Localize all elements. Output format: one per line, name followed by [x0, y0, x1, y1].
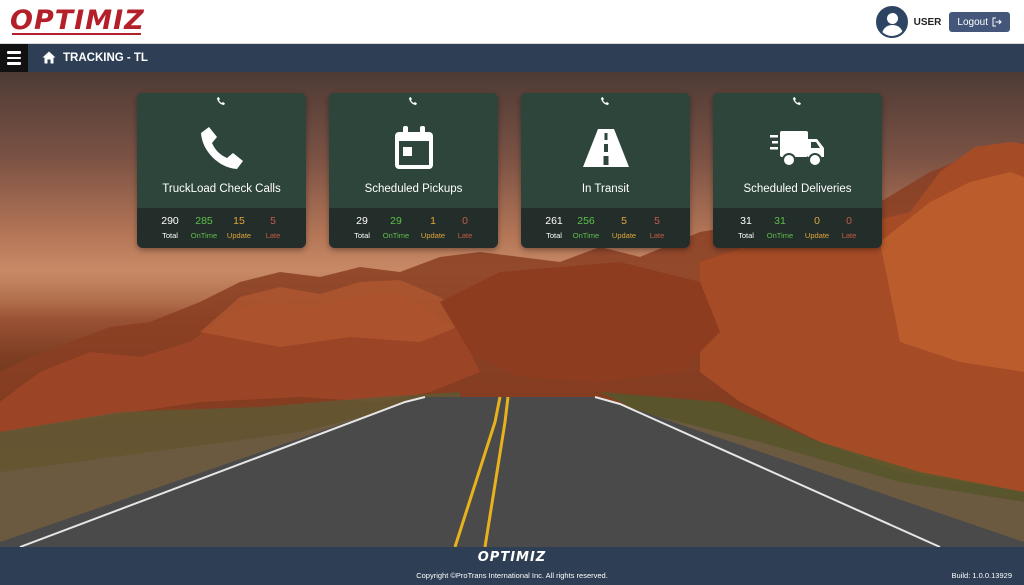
page-title: TRACKING - TL — [63, 52, 148, 64]
user-avatar-icon[interactable] — [875, 6, 908, 38]
stat-late[interactable]: 5 Late — [639, 215, 675, 240]
card-scheduled-pickups[interactable]: Scheduled Pickups 29 Total 29 OnTime 1 Upda… — [329, 93, 498, 248]
card-scheduled-deliveries[interactable]: Scheduled Deliveries 31 Total 31 OnTime 0U… — [713, 93, 882, 248]
stat-ontime[interactable]: 256 OnTime — [568, 215, 604, 240]
phone-icon — [601, 97, 609, 105]
card-title: Scheduled Deliveries — [743, 183, 852, 195]
stat-late[interactable]: 5 Late — [255, 215, 291, 240]
stat-total[interactable]: 290 Total — [152, 215, 188, 240]
app-logo[interactable]: OPTIMIZ — [10, 4, 145, 38]
road-icon — [583, 129, 629, 167]
stat-late[interactable]: 0 Late — [831, 215, 867, 240]
stat-total[interactable]: 29 Total — [344, 215, 380, 240]
stat-total[interactable]: 261 Total — [536, 215, 572, 240]
card-stats: 290 Total 285 OnTime 15 Update 5 Late — [137, 208, 306, 248]
stat-ontime[interactable]: 285 OnTime — [186, 215, 222, 240]
sign-out-icon — [992, 17, 1002, 27]
build-version: Build: 1.0.0.13929 — [951, 571, 1012, 580]
stat-late[interactable]: 0 Late — [447, 215, 483, 240]
stat-total[interactable]: 31 Total — [728, 215, 764, 240]
stat-update[interactable]: 1 Update — [415, 215, 451, 240]
stat-update[interactable]: 5 Update — [606, 215, 642, 240]
user-area: USER Logout — [875, 5, 1010, 39]
calendar-icon — [395, 126, 433, 169]
card-in-transit[interactable]: In Transit 261 Total 256 OnTime 5 Update 5L… — [521, 93, 690, 248]
footer: OPTIMIZ Copyright ©ProTrans Internationa… — [0, 547, 1024, 585]
shipping-truck-icon — [770, 131, 824, 167]
copyright-text: Copyright ©ProTrans International Inc. A… — [416, 571, 608, 580]
phone-icon — [793, 97, 801, 105]
top-header: OPTIMIZ USER Logout — [0, 0, 1024, 44]
card-title: TruckLoad Check Calls — [162, 183, 281, 195]
hamburger-menu-icon[interactable] — [0, 44, 28, 72]
logout-label: Logout — [957, 16, 988, 28]
logo-underline — [12, 33, 141, 35]
stat-ontime[interactable]: 29 OnTime — [378, 215, 414, 240]
home-icon[interactable] — [42, 51, 56, 64]
card-stats: 31 Total 31 OnTime 0 Update 0 Late — [713, 208, 882, 248]
card-stats: 29 Total 29 OnTime 1 Update 0 Late — [329, 208, 498, 248]
user-name: USER — [913, 16, 942, 28]
footer-logo: OPTIMIZ — [477, 550, 547, 565]
card-truckload-check-calls[interactable]: TruckLoad Check Calls 290 Total 285 OnTime… — [137, 93, 306, 248]
nav-bar: TRACKING - TL — [0, 44, 1024, 72]
phone-icon — [409, 97, 417, 105]
card-title: In Transit — [581, 183, 630, 195]
phone-icon — [201, 127, 243, 169]
phone-icon — [217, 97, 225, 105]
logout-button[interactable]: Logout — [949, 12, 1010, 32]
logo-text: OPTIMIZ — [10, 5, 145, 36]
card-stats: 261 Total 256 OnTime 5 Update 5 Late — [521, 208, 690, 248]
stat-update[interactable]: 15 Update — [221, 215, 257, 240]
card-title: Scheduled Pickups — [364, 183, 463, 195]
stat-ontime[interactable]: 31 OnTime — [762, 215, 798, 240]
stat-update[interactable]: 0 Update — [799, 215, 835, 240]
